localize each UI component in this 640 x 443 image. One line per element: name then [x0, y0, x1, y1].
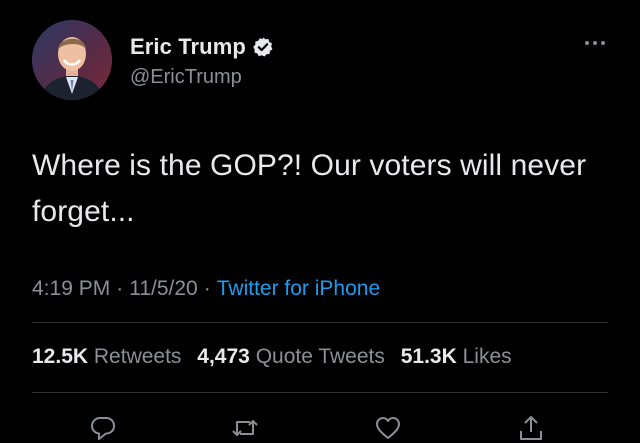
more-options-icon[interactable]: [584, 38, 606, 48]
likes-label: Likes: [462, 345, 512, 368]
quote-tweets-label: Quote Tweets: [255, 345, 385, 368]
retweet-icon: [232, 420, 258, 436]
author-display-name[interactable]: Eric Trump: [130, 34, 246, 60]
tweet-source-link[interactable]: Twitter for iPhone: [217, 277, 380, 300]
retweets-stat[interactable]: 12.5K Retweets: [32, 345, 187, 368]
retweets-label: Retweets: [93, 345, 182, 368]
reply-icon: [91, 417, 115, 440]
meta-separator: ·: [116, 277, 124, 300]
reply-button[interactable]: [88, 413, 118, 443]
like-icon: [376, 417, 400, 439]
likes-stat[interactable]: 51.3K Likes: [401, 345, 512, 368]
share-button[interactable]: [516, 413, 546, 443]
verified-badge-icon: [253, 37, 273, 57]
tweet-meta: 4:19 PM · 11/5/20 · Twitter for iPhone: [32, 277, 380, 301]
share-icon: [520, 416, 542, 440]
quote-tweets-stat[interactable]: 4,473 Quote Tweets: [197, 345, 390, 368]
author-name-row: Eric Trump: [130, 34, 274, 60]
retweets-count: 12.5K: [32, 345, 89, 368]
tweet-card: Eric Trump @EricTrump Where is the GOP?!…: [0, 0, 640, 443]
retweet-button[interactable]: [230, 413, 260, 443]
divider: [32, 322, 608, 323]
likes-count: 51.3K: [400, 345, 457, 368]
tweet-date[interactable]: 11/5/20: [129, 277, 198, 300]
tweet-text: Where is the GOP?! Our voters will never…: [32, 149, 587, 228]
profile-photo: [32, 20, 112, 100]
quote-tweets-count: 4,473: [197, 345, 250, 368]
tweet-stats: 12.5K Retweets 4,473 Quote Tweets 51.3K …: [32, 345, 522, 369]
author-handle[interactable]: @EricTrump: [130, 66, 242, 89]
like-button[interactable]: [373, 413, 403, 443]
divider: [32, 392, 608, 393]
avatar[interactable]: [32, 20, 112, 100]
action-bar: [0, 413, 640, 443]
meta-separator: ·: [203, 277, 211, 300]
tweet-time[interactable]: 4:19 PM: [32, 277, 110, 300]
